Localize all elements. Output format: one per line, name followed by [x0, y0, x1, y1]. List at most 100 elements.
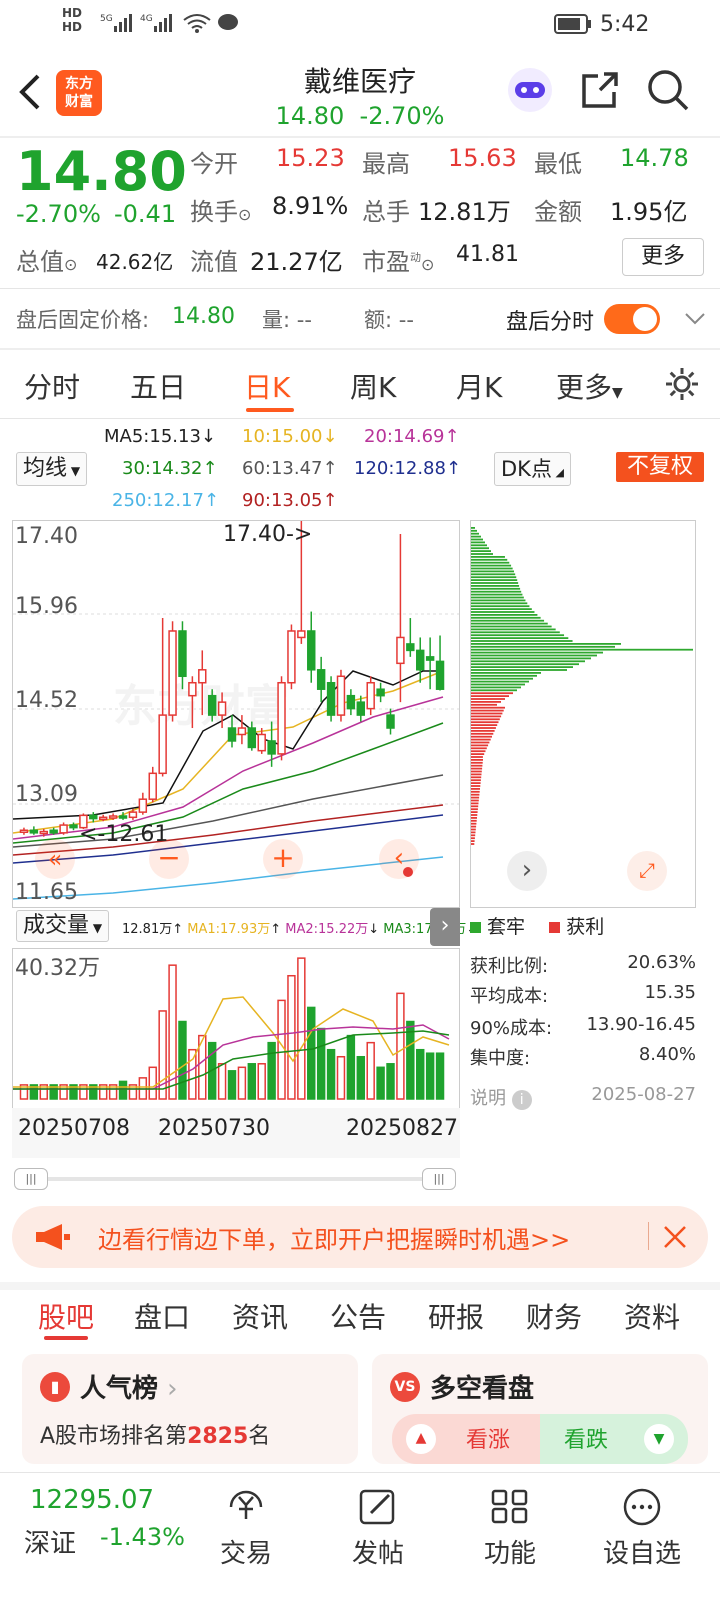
close-icon[interactable] [662, 1224, 688, 1250]
chip-bar [471, 672, 541, 674]
tab-monthly-k[interactable]: 月K [456, 366, 502, 406]
tab-more[interactable]: 更多▼ [556, 366, 623, 406]
turnover-label: 换手⊙ [190, 198, 252, 226]
nav-add-watchlist[interactable]: 设自选 [600, 1487, 684, 1570]
index-name[interactable]: 深证 [24, 1523, 76, 1560]
volume-bar [287, 974, 296, 1100]
after-hours-toggle-label: 盘后分时 [506, 310, 595, 335]
nav-functions[interactable]: 功能 [470, 1487, 550, 1570]
tab-orderbook[interactable]: 盘口 [134, 1296, 190, 1336]
candle-body [69, 824, 78, 829]
chart-scrollbar[interactable]: ||| ||| [12, 1168, 460, 1190]
volume-bar [257, 1063, 266, 1100]
volume-bar [316, 1027, 326, 1100]
more-button[interactable]: 更多 [622, 238, 704, 276]
candle-body [168, 630, 177, 716]
volume-bar [366, 1041, 375, 1100]
bull-bear-card[interactable]: VS 多空看盘 ▲ 看涨 看跌 ▼ [372, 1354, 708, 1464]
bear-button[interactable]: 看跌 ▼ [540, 1414, 688, 1464]
chip-bar [471, 645, 615, 648]
share-icon[interactable] [578, 68, 622, 112]
scroll-handle-left[interactable]: ||| [14, 1168, 48, 1190]
chip-bar [471, 819, 477, 822]
chip-bar [471, 541, 485, 544]
candle-body [148, 772, 157, 800]
pe-value: 41.81 [456, 242, 519, 267]
tab-financials[interactable]: 财务 [526, 1296, 582, 1336]
chip-bar [471, 573, 516, 576]
kline-chart[interactable]: 东方财富 17.40 15.96 14.52 13.09 11.65 17.40… [12, 520, 460, 908]
high-value: 15.63 [448, 144, 517, 172]
candle-body [336, 675, 346, 716]
ma-selector[interactable]: 均线 ▼ [16, 452, 88, 486]
volume-bar [277, 999, 286, 1100]
zoom-out-icon[interactable]: − [149, 839, 189, 879]
chip-bar [471, 616, 541, 619]
chip-legend: 套牢 获利 [470, 912, 604, 939]
tab-announcements[interactable]: 公告 [330, 1296, 386, 1336]
candle-body [366, 681, 375, 710]
assistant-robot-icon[interactable] [506, 66, 554, 114]
concentration-row: 集中度: 8.40% [470, 1044, 696, 1069]
chevron-right-icon[interactable]: › [507, 851, 547, 891]
chip-bar [471, 654, 597, 657]
candle-body [39, 830, 48, 835]
tab-5day[interactable]: 五日 [130, 366, 186, 406]
candle-body [376, 688, 385, 697]
ma90-value: 90:13.05↑ [242, 490, 338, 511]
bull-button[interactable]: ▲ 看涨 [392, 1414, 540, 1464]
divider [0, 288, 720, 289]
search-icon[interactable] [646, 68, 690, 112]
amount-value: 1.95亿 [610, 198, 688, 226]
y-tick-5: 11.65 [15, 880, 78, 905]
after-hours-vol: 量: -- [262, 308, 312, 332]
chevron-down-icon[interactable] [684, 312, 706, 326]
tab-news[interactable]: 资讯 [232, 1296, 288, 1336]
dk-selector[interactable]: DK点 ◢ [494, 452, 571, 486]
tab-intraday[interactable]: 分时 [24, 366, 80, 406]
nav-post[interactable]: 发帖 [338, 1487, 418, 1570]
tab-weekly-k[interactable]: 周K [350, 366, 396, 406]
expand-indicator-icon[interactable]: › [430, 908, 460, 946]
adjust-button[interactable]: 不复权 [616, 452, 704, 482]
volume-chart[interactable]: 40.32万 [12, 948, 460, 1108]
index-value: 12295.07 [30, 1485, 155, 1515]
chip-note-row[interactable]: 说明 i 2025-08-27 [470, 1084, 696, 1110]
tab-profile[interactable]: 资料 [624, 1296, 680, 1336]
chip-distribution[interactable]: › ⤢ [470, 520, 696, 908]
chip-bar [471, 779, 481, 782]
candle-body [217, 701, 227, 716]
tab-research[interactable]: 研报 [428, 1296, 484, 1336]
section-gap [0, 1282, 720, 1290]
settings-gear-icon[interactable] [664, 366, 700, 402]
chip-bar [471, 732, 494, 735]
chip-bar [471, 808, 478, 811]
volume-selector[interactable]: 成交量 ▼ [16, 910, 110, 942]
chip-bar [471, 619, 545, 622]
expand-icon[interactable]: ⤢ [627, 851, 667, 891]
volume-bar [297, 957, 306, 1100]
megaphone-icon [36, 1224, 70, 1250]
tab-daily-k[interactable]: 日K [244, 366, 290, 406]
tab-forum[interactable]: 股吧 [38, 1296, 94, 1336]
chip-bar [471, 625, 552, 628]
chip-bar [471, 669, 567, 671]
zoom-in-icon[interactable]: + [263, 839, 303, 879]
candle-body [98, 816, 108, 821]
date-end: 20250827 [346, 1116, 458, 1141]
scroll-handle-right[interactable]: ||| [422, 1168, 456, 1190]
candle-body [108, 815, 118, 819]
popularity-card[interactable]: ▮ 人气榜 › A股市场排名第2825名 [22, 1354, 358, 1464]
pan-left-icon[interactable]: « [35, 839, 75, 879]
stock-header: 东方 财富 戴维医疗 14.80 -2.70% [0, 48, 720, 138]
after-hours-toggle[interactable] [604, 304, 660, 334]
back-to-latest-icon[interactable]: ‹ [379, 839, 419, 879]
volume-bar [376, 1066, 385, 1100]
chip-bar [471, 622, 548, 625]
chip-bar [471, 556, 505, 558]
chip-bar [471, 793, 480, 796]
volume-bar [267, 1041, 276, 1100]
open-account-banner[interactable]: 边看行情边下单，立即开户把握瞬时机遇>> [12, 1206, 708, 1268]
nav-trade[interactable]: 交易 [206, 1487, 286, 1570]
volume-bar [326, 1048, 336, 1100]
